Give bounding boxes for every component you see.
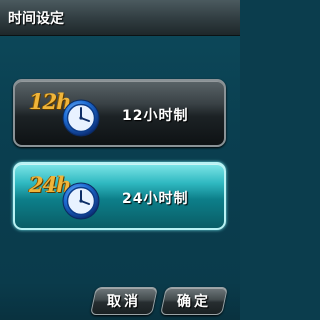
clock-icon (62, 182, 100, 220)
page-title: 时间设定 (8, 11, 64, 27)
ok-button[interactable]: 确定 (160, 287, 228, 315)
cancel-button-label: 取消 (107, 294, 141, 310)
time-setting-screen: 时间设定 12h 12小时制 24h 24小时制 取消 确定 (0, 0, 240, 320)
ok-button-label: 确定 (177, 294, 211, 310)
option-12-hour[interactable]: 12h 12小时制 (13, 79, 226, 147)
title-bar: 时间设定 (0, 0, 240, 36)
option-24-hour-label: 24小时制 (122, 191, 189, 207)
option-12-hour-label: 12小时制 (122, 108, 189, 124)
clock-icon (62, 99, 100, 137)
cancel-button[interactable]: 取消 (90, 287, 158, 315)
option-24-hour[interactable]: 24h 24小时制 (13, 162, 226, 230)
